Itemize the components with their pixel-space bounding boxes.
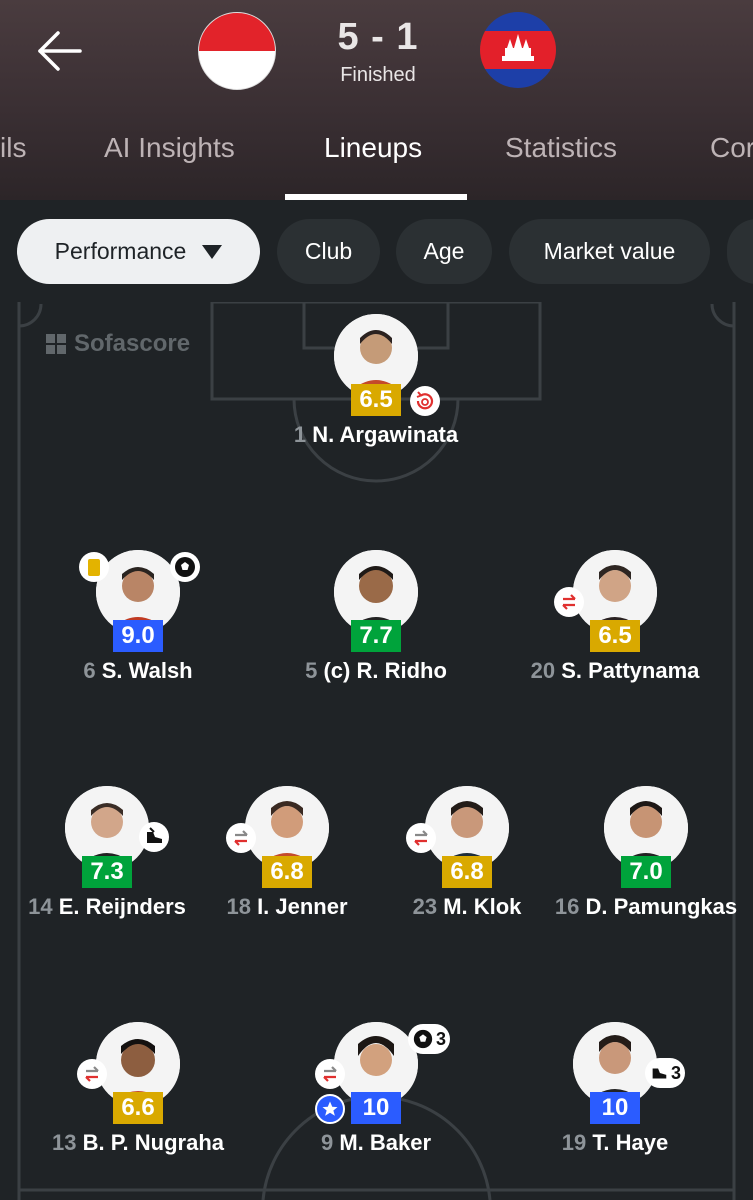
star-icon <box>315 1094 345 1124</box>
tab-lineups[interactable]: Lineups <box>324 132 422 164</box>
substitution-icon <box>406 823 436 853</box>
assist-boot-icon <box>652 1068 667 1079</box>
substitution-icon <box>315 1059 345 1089</box>
score: 5 - 1 <box>337 16 419 58</box>
assist-count: 3 <box>671 1062 682 1083</box>
ball-icon <box>170 552 200 582</box>
chip-label: Performance <box>54 238 187 264</box>
player-rating: 7.3 <box>82 856 132 888</box>
caret-down-icon <box>202 244 223 259</box>
player-rating: 7.0 <box>621 856 671 888</box>
player-rating: 6.8 <box>442 856 492 888</box>
player-rating: 7.7 <box>351 620 401 652</box>
player-card[interactable]: 7.0 16 D. Pamungkas <box>546 786 746 919</box>
assist-count-badge: 3 <box>645 1058 686 1088</box>
tab-commentary[interactable]: Cor <box>710 132 753 164</box>
assist-boot-icon <box>139 822 169 852</box>
watermark-text: Sofascore <box>74 330 191 357</box>
player-rating: 10 <box>590 1092 640 1124</box>
sofascore-watermark: Sofascore <box>44 330 190 358</box>
player-card[interactable]: 10 3 19 T. Haye <box>515 1022 715 1155</box>
age-filter-chip[interactable]: Age <box>396 219 492 284</box>
player-name: 9 M. Baker <box>320 1130 432 1155</box>
player-name: 5 (c) R. Ridho <box>305 658 447 683</box>
home-team-flag[interactable] <box>198 12 276 90</box>
tab-details[interactable]: ils <box>0 132 26 164</box>
goal-icon <box>413 1029 433 1049</box>
player-rating: 10 <box>351 1092 401 1124</box>
player-name: 16 D. Pamungkas <box>554 894 738 919</box>
club-filter-chip[interactable]: Club <box>277 219 380 284</box>
goal-count-badge: 3 <box>408 1024 451 1054</box>
player-name: 19 T. Haye <box>561 1130 669 1155</box>
substitution-in-icon <box>410 386 440 416</box>
player-card[interactable]: 10 3 9 M. Baker <box>276 1022 476 1155</box>
match-status: Finished <box>340 64 416 86</box>
player-rating: 6.5 <box>590 620 640 652</box>
player-card[interactable]: 6.5 1 N. Argawinata <box>276 314 476 447</box>
player-rating: 6.8 <box>262 856 312 888</box>
player-name: 20 S. Pattynama <box>530 658 700 683</box>
player-card[interactable]: 9.0 6 S. Walsh <box>38 550 238 683</box>
player-rating: 9.0 <box>113 620 163 652</box>
back-arrow-icon[interactable] <box>34 28 84 74</box>
player-name: 1 N. Argawinata <box>293 422 459 447</box>
goal-count: 3 <box>436 1028 447 1049</box>
substitution-icon <box>77 1059 107 1089</box>
performance-filter-chip[interactable]: Performance <box>17 219 260 284</box>
match-header: 5 - 1 Finished ils AI Insights Lineups S… <box>0 0 753 200</box>
player-card[interactable]: 6.6 13 B. P. Nugraha <box>38 1022 238 1155</box>
tab-ai-insights[interactable]: AI Insights <box>104 132 235 164</box>
tab-statistics[interactable]: Statistics <box>505 132 617 164</box>
sofascore-logo-icon <box>46 334 66 354</box>
player-card[interactable]: 6.5 20 S. Pattynama <box>515 550 715 683</box>
player-card[interactable]: 7.7 5 (c) R. Ridho <box>276 550 476 683</box>
substitution-icon <box>226 823 256 853</box>
yellow-card-icon <box>79 552 109 582</box>
player-rating: 6.5 <box>351 384 401 416</box>
player-rating: 6.6 <box>113 1092 163 1124</box>
substitution-icon <box>554 587 584 617</box>
market-value-filter-chip[interactable]: Market value <box>509 219 710 284</box>
away-team-flag[interactable] <box>480 12 556 88</box>
